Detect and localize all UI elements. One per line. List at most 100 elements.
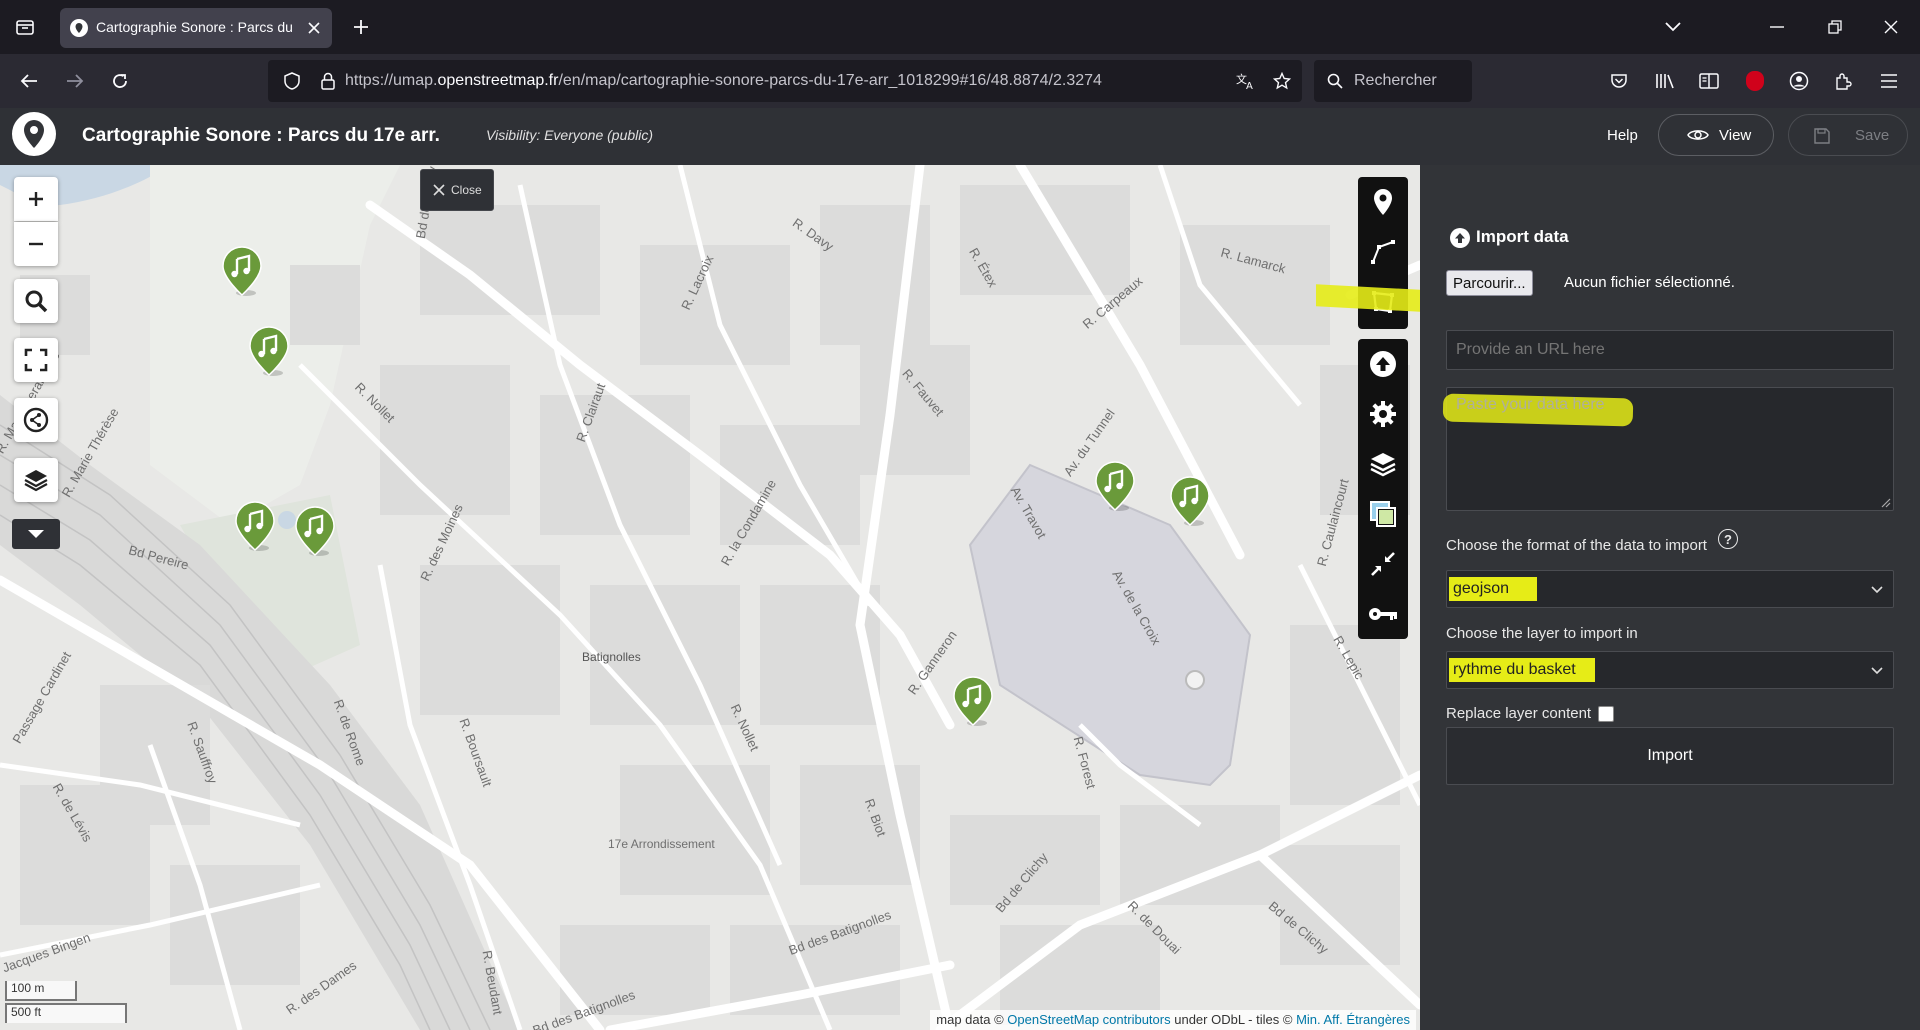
address-bar[interactable]: https://umap.openstreetmap.fr/en/map/car… — [268, 60, 1302, 102]
close-label: Close — [451, 183, 482, 197]
restore-window-icon[interactable] — [1822, 14, 1848, 40]
translate-icon[interactable]: 文A — [1234, 69, 1258, 93]
layer-label: Choose the layer to import in — [1446, 625, 1638, 642]
lock-icon[interactable] — [316, 69, 340, 93]
draw-line-button[interactable] — [1358, 227, 1408, 277]
shield-icon[interactable] — [280, 69, 304, 93]
format-select[interactable]: geojson — [1446, 570, 1894, 608]
url-prefix: https://umap. — [345, 72, 438, 89]
scale-imperial: 500 ft — [5, 1003, 127, 1023]
sound-marker[interactable] — [952, 675, 994, 727]
extensions-icon[interactable] — [1830, 68, 1856, 94]
sound-marker[interactable] — [294, 505, 336, 557]
sound-marker[interactable] — [248, 325, 290, 377]
save-button[interactable]: Save — [1788, 114, 1908, 156]
map-background — [0, 165, 1420, 1030]
close-tab-icon[interactable] — [302, 16, 326, 40]
more-controls-button[interactable] — [12, 519, 60, 549]
search-box[interactable]: Rechercher — [1314, 60, 1472, 102]
pocket-icon[interactable] — [1606, 68, 1632, 94]
osm-link[interactable]: OpenStreetMap contributors — [1007, 1012, 1170, 1027]
format-value: geojson — [1449, 577, 1537, 601]
browser-nav-bar: https://umap.openstreetmap.fr/en/map/car… — [0, 54, 1920, 108]
reload-icon[interactable] — [107, 68, 133, 94]
import-label: Import — [1647, 747, 1693, 764]
layer-value: rythme du basket — [1449, 658, 1595, 682]
manage-layers-icon[interactable] — [1358, 439, 1408, 489]
umap-header: Cartographie Sonore : Parcs du 17e arr. … — [0, 108, 1920, 165]
tab-list-icon[interactable] — [12, 14, 38, 40]
chevron-down-icon — [1871, 667, 1883, 675]
draw-marker-button[interactable] — [1358, 177, 1408, 227]
center-zoom-icon[interactable] — [1358, 539, 1408, 589]
minimize-window-icon[interactable] — [1764, 14, 1790, 40]
new-tab-icon[interactable] — [348, 14, 374, 40]
sound-marker[interactable] — [1169, 475, 1211, 527]
sound-marker[interactable] — [221, 245, 263, 297]
browse-button[interactable]: Parcourir... — [1446, 270, 1533, 296]
paste-textarea[interactable]: Paste your data here — [1442, 387, 1894, 511]
import-data-button[interactable] — [1358, 339, 1408, 389]
scale-bar: 100 m 500 ft — [5, 981, 127, 1026]
url-domain: openstreetmap.fr — [437, 72, 559, 89]
layers-button[interactable] — [14, 458, 58, 502]
library-icon[interactable] — [1652, 68, 1678, 94]
browser-tab-bar: Cartographie Sonore : Parcs du — [0, 0, 1920, 54]
url-text: https://umap.openstreetmap.fr/en/map/car… — [345, 72, 1102, 90]
no-file-text: Aucun fichier sélectionné. — [1564, 274, 1735, 291]
reader-view-icon[interactable] — [1696, 68, 1722, 94]
view-button[interactable]: View — [1658, 114, 1774, 156]
help-button[interactable]: Help — [1607, 127, 1638, 144]
active-tab[interactable]: Cartographie Sonore : Parcs du — [60, 8, 332, 48]
share-button[interactable] — [14, 398, 58, 442]
close-panel-button[interactable]: Close — [420, 169, 494, 211]
map-search-button[interactable] — [14, 279, 58, 323]
tab-overflow-chevron-icon[interactable] — [1660, 14, 1686, 40]
tilelayer-icon[interactable] — [1358, 489, 1408, 539]
resize-handle-icon[interactable] — [1879, 496, 1891, 508]
back-icon[interactable] — [16, 68, 42, 94]
sound-marker[interactable] — [1094, 460, 1136, 512]
map-canvas[interactable]: R. Lamarck R. Davy R. Lacroix R. Étex R.… — [0, 165, 1420, 1030]
account-icon[interactable] — [1786, 68, 1812, 94]
bookmark-star-icon[interactable] — [1270, 69, 1294, 93]
url-input[interactable] — [1446, 330, 1894, 370]
attribution-prefix: map data © — [936, 1012, 1004, 1027]
chevron-down-icon — [1871, 586, 1883, 594]
umap-logo-icon[interactable] — [12, 112, 56, 156]
url-path: /en/map/cartographie-sonore-parcs-du-17e… — [558, 72, 1102, 89]
menu-icon[interactable] — [1876, 68, 1902, 94]
save-disk-icon — [1813, 127, 1831, 145]
file-input[interactable]: Parcourir... Aucun fichier sélectionné. — [1446, 270, 1766, 296]
tab-title: Cartographie Sonore : Parcs du — [96, 19, 293, 35]
map-title[interactable]: Cartographie Sonore : Parcs du 17e arr. — [82, 125, 440, 147]
format-label: Choose the format of the data to import — [1446, 537, 1707, 554]
close-window-icon[interactable] — [1878, 14, 1904, 40]
view-label: View — [1719, 127, 1752, 144]
ublock-extension-icon[interactable] — [1742, 68, 1768, 94]
search-icon — [1324, 70, 1346, 92]
tiles-link[interactable]: Min. Aff. Étrangères — [1296, 1012, 1410, 1027]
import-panel: Close Import data Parcourir... Aucun fic… — [420, 165, 1920, 1030]
help-question-icon[interactable]: ? — [1718, 529, 1738, 549]
import-button[interactable]: Import — [1446, 727, 1894, 785]
forward-icon[interactable] — [62, 68, 88, 94]
zoom-out-button[interactable] — [14, 222, 58, 266]
zoom-in-button[interactable] — [14, 177, 58, 221]
umap-favicon-icon — [70, 19, 88, 37]
save-label: Save — [1855, 127, 1890, 144]
map-settings-gear-icon[interactable] — [1358, 389, 1408, 439]
fullscreen-button[interactable] — [14, 338, 58, 382]
replace-label: Replace layer content — [1446, 705, 1592, 722]
replace-checkbox[interactable] — [1598, 706, 1614, 722]
close-icon — [433, 184, 445, 196]
street-label: Batignolles — [582, 650, 641, 664]
scale-metric: 100 m — [5, 981, 77, 1001]
import-upload-icon — [1450, 228, 1470, 248]
permissions-key-icon[interactable] — [1358, 589, 1408, 639]
street-label: 17e Arrondissement — [608, 837, 715, 851]
panel-title: Import data — [1476, 227, 1569, 246]
sound-marker[interactable] — [234, 500, 276, 552]
attribution: map data © OpenStreetMap contributors un… — [930, 1010, 1416, 1030]
layer-select[interactable]: rythme du basket — [1446, 651, 1894, 689]
